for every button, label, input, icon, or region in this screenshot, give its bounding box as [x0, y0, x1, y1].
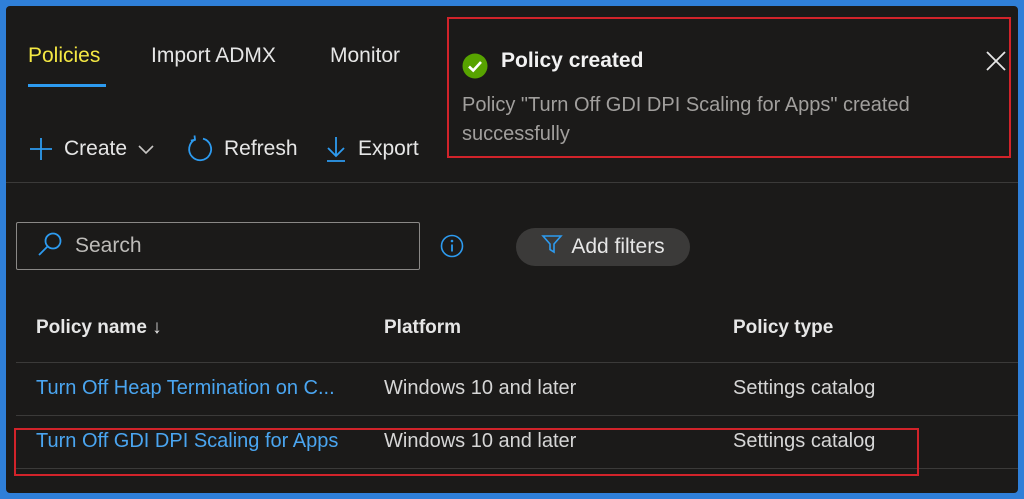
export-label: Export — [358, 137, 419, 160]
search-box[interactable] — [16, 222, 420, 270]
create-label: Create — [64, 137, 128, 160]
policy-type-cell: Settings catalog — [733, 377, 876, 399]
table-row: Turn Off GDI DPI Scaling for Apps Window… — [16, 416, 1018, 469]
table-header: Policy name ↓ Platform Policy type — [16, 302, 1018, 363]
policies-table: Policy name ↓ Platform Policy type Turn … — [16, 302, 1018, 469]
policy-type-cell: Settings catalog — [733, 430, 876, 452]
refresh-label: Refresh — [224, 137, 298, 160]
platform-cell: Windows 10 and later — [384, 430, 577, 452]
column-header-policy-name[interactable]: Policy name ↓ — [36, 317, 162, 339]
platform-cell: Windows 10 and later — [384, 377, 577, 399]
info-icon[interactable] — [440, 234, 464, 263]
search-input[interactable] — [73, 233, 407, 259]
add-filters-label: Add filters — [571, 235, 665, 258]
notification-title: Policy created — [501, 49, 644, 72]
tab-policies[interactable]: Policies — [28, 44, 100, 68]
export-button[interactable]: Export — [324, 134, 419, 164]
column-header-policy-type[interactable]: Policy type — [733, 317, 833, 339]
tab-monitor[interactable]: Monitor — [330, 44, 400, 68]
refresh-button[interactable]: Refresh — [186, 134, 298, 164]
toolbar-divider — [6, 182, 1018, 183]
close-icon[interactable] — [985, 50, 1007, 77]
checkmark-circle-icon — [462, 53, 488, 84]
app-frame: Policies Import ADMX Monitor Create Refr… — [6, 6, 1018, 493]
plus-icon — [28, 136, 54, 162]
search-icon — [37, 231, 63, 262]
add-filters-button[interactable]: Add filters — [516, 228, 690, 266]
table-row: Turn Off Heap Termination on C... Window… — [16, 363, 1018, 416]
notification-toast: Policy created Policy "Turn Off GDI DPI … — [447, 17, 1011, 158]
notification-message: Policy "Turn Off GDI DPI Scaling for App… — [462, 94, 910, 145]
policy-name-link[interactable]: Turn Off GDI DPI Scaling for Apps — [36, 430, 338, 453]
create-button[interactable]: Create — [28, 134, 155, 164]
active-tab-indicator — [28, 84, 106, 87]
filter-icon — [541, 233, 564, 261]
column-header-platform[interactable]: Platform — [384, 317, 461, 339]
chevron-down-icon[interactable] — [137, 143, 155, 155]
download-icon — [324, 135, 348, 163]
policy-name-link[interactable]: Turn Off Heap Termination on C... — [36, 377, 335, 400]
tab-import-admx[interactable]: Import ADMX — [151, 44, 276, 68]
tab-bar: Policies Import ADMX Monitor — [6, 6, 446, 106]
refresh-icon — [186, 135, 214, 163]
